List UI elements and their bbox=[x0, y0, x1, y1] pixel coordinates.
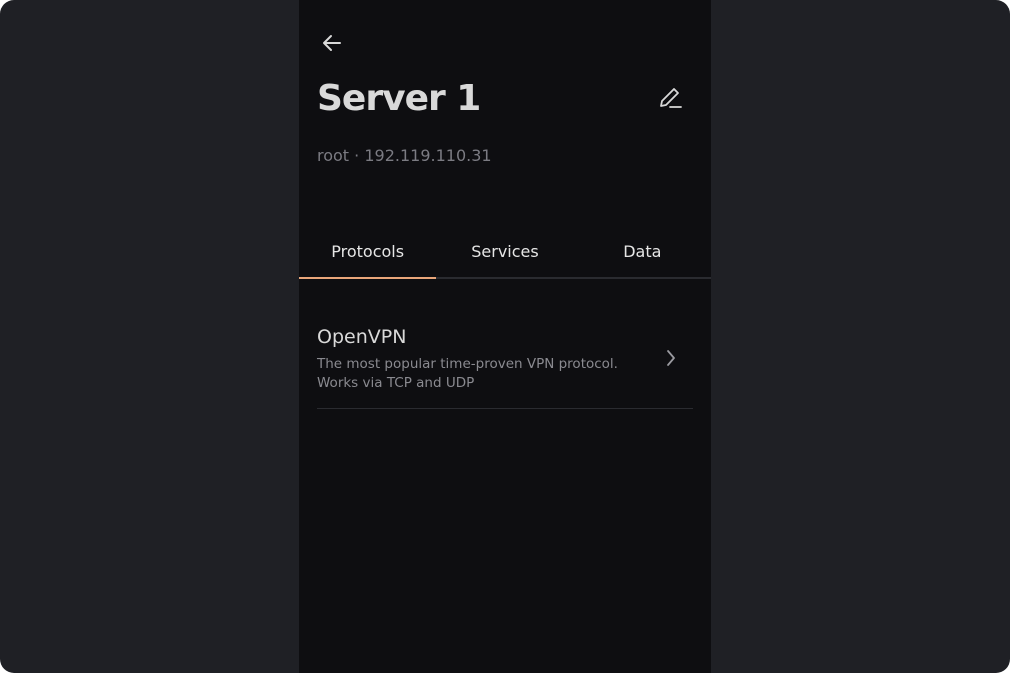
edit-server-name-button[interactable] bbox=[654, 84, 686, 116]
back-button[interactable] bbox=[317, 30, 347, 60]
pencil-icon bbox=[657, 85, 683, 115]
arrow-left-icon bbox=[321, 32, 343, 58]
tab-services[interactable]: Services bbox=[436, 226, 573, 277]
tab-data[interactable]: Data bbox=[574, 226, 711, 277]
page-title: Server 1 bbox=[317, 78, 481, 119]
tab-protocols[interactable]: Protocols bbox=[299, 226, 437, 279]
server-credentials: root · 192.119.110.31 bbox=[317, 146, 492, 165]
protocol-description: The most popular time-proven VPN protoco… bbox=[317, 356, 618, 391]
protocol-name: OpenVPN bbox=[317, 326, 407, 348]
chevron-right-icon bbox=[663, 346, 679, 370]
server-settings-screen: Server 1 root · 192.119.110.31 Protocols… bbox=[299, 0, 711, 673]
tab-bar: Protocols Services Data bbox=[299, 226, 711, 279]
protocol-item-openvpn[interactable]: OpenVPN The most popular time-proven VPN… bbox=[317, 312, 693, 409]
app-frame: Server 1 root · 192.119.110.31 Protocols… bbox=[0, 0, 1010, 673]
